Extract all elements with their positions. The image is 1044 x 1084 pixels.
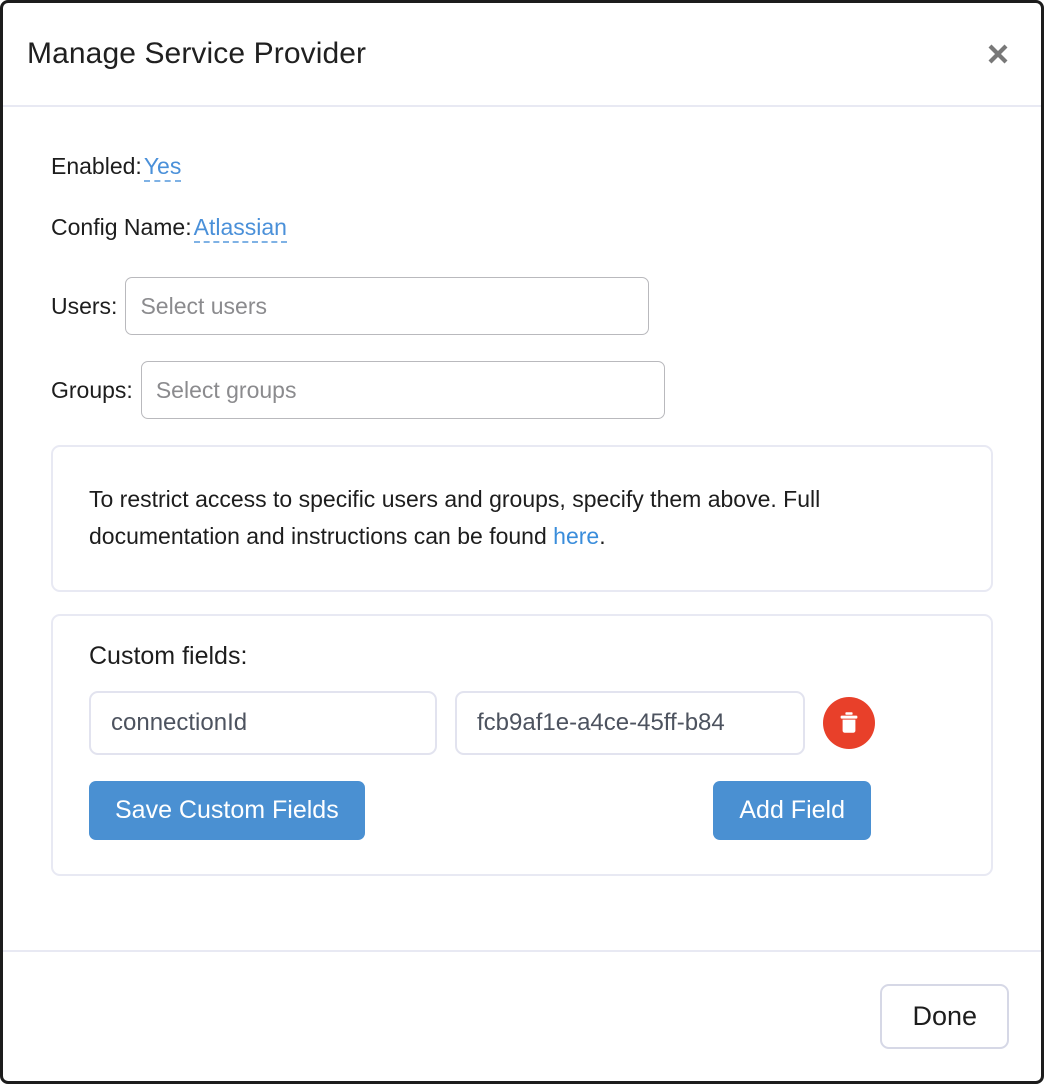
done-button[interactable]: Done bbox=[880, 984, 1009, 1049]
custom-field-value-input[interactable]: fcb9af1e-a4ce-45ff-b84 bbox=[455, 690, 805, 755]
groups-input[interactable]: Select groups bbox=[140, 361, 665, 419]
close-button[interactable] bbox=[981, 37, 1015, 71]
documentation-link[interactable]: here bbox=[553, 523, 599, 549]
custom-fields-actions: Save Custom Fields Add Field bbox=[89, 780, 955, 840]
enabled-label: Enabled: bbox=[51, 153, 142, 179]
manage-service-provider-dialog: Manage Service Provider Enabled: Yes Con… bbox=[0, 0, 1044, 1084]
dialog-body: Enabled: Yes Config Name: Atlassian User… bbox=[3, 107, 1041, 950]
dialog-footer: Done bbox=[3, 950, 1041, 1081]
users-label: Users: bbox=[51, 292, 118, 319]
enabled-value[interactable]: Yes bbox=[143, 155, 182, 182]
groups-label: Groups: bbox=[51, 376, 133, 403]
dialog-header: Manage Service Provider bbox=[3, 3, 1041, 107]
custom-fields-title: Custom fields: bbox=[89, 641, 248, 670]
close-icon bbox=[985, 41, 1011, 67]
add-field-button[interactable]: Add Field bbox=[713, 780, 871, 840]
config-name-value[interactable]: Atlassian bbox=[193, 216, 287, 243]
users-row: Users: Select users bbox=[51, 277, 993, 335]
info-text-before: To restrict access to specific users and… bbox=[89, 486, 821, 550]
page-title: Manage Service Provider bbox=[27, 37, 367, 70]
custom-field-key-input[interactable]: connectionId bbox=[89, 690, 437, 755]
config-name-row: Config Name: Atlassian bbox=[51, 216, 993, 243]
delete-custom-field-button[interactable] bbox=[823, 696, 875, 749]
trash-icon bbox=[838, 711, 860, 735]
info-text-after: . bbox=[599, 523, 606, 550]
info-panel: To restrict access to specific users and… bbox=[51, 445, 993, 592]
config-name-label: Config Name: bbox=[51, 214, 192, 240]
groups-row: Groups: Select groups bbox=[51, 361, 993, 419]
custom-field-row: connectionId fcb9af1e-a4ce-45ff-b84 bbox=[89, 690, 955, 755]
enabled-row: Enabled: Yes bbox=[51, 155, 993, 182]
save-custom-fields-button[interactable]: Save Custom Fields bbox=[89, 780, 365, 840]
users-input[interactable]: Select users bbox=[125, 277, 650, 335]
custom-fields-panel: Custom fields: connectionId fcb9af1e-a4c… bbox=[51, 613, 993, 876]
